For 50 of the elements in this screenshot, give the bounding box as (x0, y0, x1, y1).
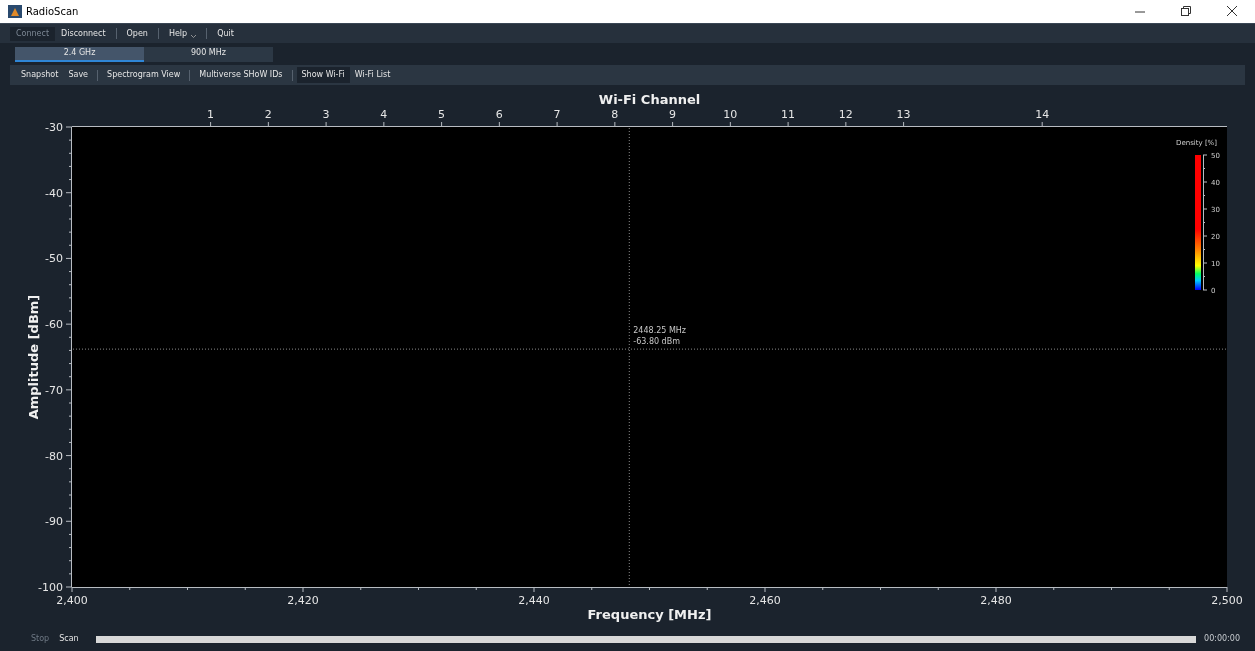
tick-label: 2,500 (1211, 594, 1243, 607)
band-tab[interactable]: 900 MHz (144, 46, 273, 62)
window-title: RadioScan (26, 5, 79, 19)
axis-title: Frequency [MHz] (587, 607, 712, 622)
app-icon (8, 5, 22, 18)
toolbar-button[interactable]: Spectrogram View (102, 67, 186, 83)
tick-label: -30 (45, 121, 63, 134)
tick-label: 2,400 (56, 594, 88, 607)
tick-label: 12 (838, 108, 853, 121)
tick-label: 14 (1035, 108, 1050, 121)
tick-label: 10 (723, 108, 738, 121)
tick-label: -60 (45, 318, 63, 332)
toolbar-button[interactable]: Multiverse SHoW IDs (194, 67, 288, 83)
menu-item[interactable]: Open (120, 26, 154, 41)
tick-label: 2,460 (749, 594, 781, 607)
elapsed-time: 00:00:00 (1204, 633, 1240, 645)
tick-label: 8 (611, 108, 619, 121)
tick-label: -40 (45, 186, 63, 200)
tick-label: 2,480 (980, 594, 1012, 607)
tick-label: 2,420 (287, 594, 319, 607)
tick-label: 13 (896, 108, 911, 121)
tick-label: 9 (669, 108, 677, 121)
toolbar-button[interactable]: Wi-Fi List (349, 67, 396, 83)
axis-title: Wi-Fi Channel (598, 92, 701, 107)
toolbar-button[interactable]: Show Wi-Fi (296, 67, 350, 83)
caret-icon (191, 34, 197, 38)
tick-label: 6 (495, 108, 503, 121)
tick-label: 2 (264, 108, 272, 121)
tick-label: 4 (380, 108, 388, 121)
tick-label: 1 (207, 108, 215, 121)
tick-label: 11 (781, 108, 796, 121)
toolbar-button[interactable]: Snapshot (16, 67, 64, 83)
tick-label: 7 (553, 108, 561, 121)
tick-label: 2,440 (518, 594, 550, 607)
tick-label: -100 (38, 581, 63, 594)
menu-item[interactable]: Help (162, 26, 203, 41)
menu-item[interactable]: Disconnect (55, 26, 112, 41)
cursor-readout: 2448.25 MHz (633, 326, 687, 336)
tick-label: -50 (45, 252, 63, 266)
tick-label: -70 (45, 383, 63, 397)
cursor-readout: -63.80 dBm (633, 337, 680, 347)
tick-label: 3 (322, 108, 330, 121)
axis-title: Amplitude [dBm] (26, 294, 41, 420)
menu-item[interactable]: Quit (211, 26, 240, 41)
tick-label: 5 (438, 108, 446, 121)
band-tab[interactable]: 2.4 GHz (15, 46, 144, 62)
toolbar-button[interactable]: Save (63, 67, 94, 83)
tick-label: -80 (45, 449, 63, 463)
scan-button[interactable]: Scan (54, 631, 84, 647)
tick-label: -90 (45, 515, 63, 529)
